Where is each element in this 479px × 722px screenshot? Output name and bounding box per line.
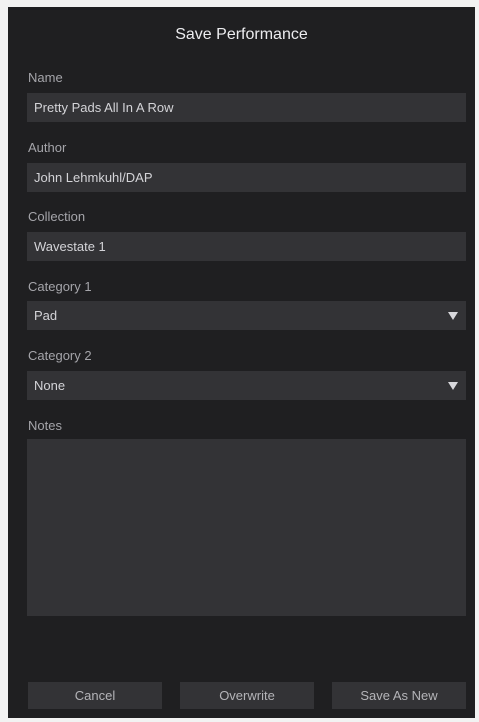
name-label: Name bbox=[28, 70, 63, 85]
category-2-value: None bbox=[34, 378, 66, 393]
notes-label: Notes bbox=[28, 418, 62, 433]
author-label: Author bbox=[28, 140, 67, 155]
category-2-label: Category 2 bbox=[28, 348, 92, 363]
author-field[interactable]: John Lehmkuhl/DAP bbox=[27, 163, 466, 192]
collection-label: Collection bbox=[28, 209, 86, 224]
notes-field[interactable] bbox=[27, 439, 466, 616]
dropdown-arrow-icon bbox=[448, 312, 458, 320]
category-1-select[interactable]: Pad bbox=[27, 301, 466, 330]
dialog-title: Save Performance bbox=[175, 26, 308, 43]
name-field[interactable]: Pretty Pads All In A Row bbox=[27, 93, 466, 122]
category-2-select[interactable]: None bbox=[27, 371, 466, 400]
category-1-value: Pad bbox=[34, 308, 58, 323]
overwrite-button[interactable]: Overwrite bbox=[180, 682, 314, 709]
save-performance-dialog: Save Performance Name Pretty Pads All In… bbox=[8, 7, 475, 718]
category-1-label: Category 1 bbox=[28, 279, 92, 294]
cancel-button[interactable]: Cancel bbox=[28, 682, 162, 709]
collection-field[interactable]: Wavestate 1 bbox=[27, 232, 466, 261]
save-as-new-button[interactable]: Save As New bbox=[332, 682, 466, 709]
dropdown-arrow-icon bbox=[448, 382, 458, 390]
